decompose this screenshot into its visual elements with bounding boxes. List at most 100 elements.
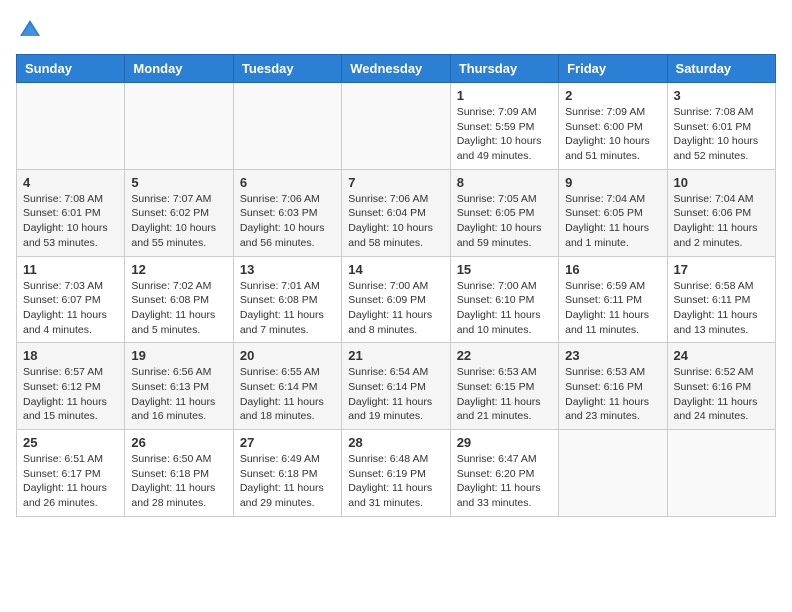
day-number: 13 [240, 262, 335, 277]
calendar-cell: 11 Sunrise: 7:03 AM Sunset: 6:07 PM Dayli… [17, 256, 125, 343]
page-header [16, 16, 776, 44]
day-header-saturday: Saturday [667, 55, 775, 83]
calendar-cell: 18 Sunrise: 6:57 AM Sunset: 6:12 PM Dayli… [17, 343, 125, 430]
day-info: Sunrise: 7:02 AM Sunset: 6:08 PM Dayligh… [131, 279, 226, 338]
day-info: Sunrise: 6:50 AM Sunset: 6:18 PM Dayligh… [131, 452, 226, 511]
calendar-cell: 21 Sunrise: 6:54 AM Sunset: 6:14 PM Dayli… [342, 343, 450, 430]
calendar-cell: 26 Sunrise: 6:50 AM Sunset: 6:18 PM Dayli… [125, 430, 233, 517]
calendar-cell: 12 Sunrise: 7:02 AM Sunset: 6:08 PM Dayli… [125, 256, 233, 343]
day-number: 11 [23, 262, 118, 277]
day-info: Sunrise: 7:01 AM Sunset: 6:08 PM Dayligh… [240, 279, 335, 338]
day-info: Sunrise: 7:08 AM Sunset: 6:01 PM Dayligh… [23, 192, 118, 251]
day-number: 17 [674, 262, 769, 277]
day-info: Sunrise: 6:49 AM Sunset: 6:18 PM Dayligh… [240, 452, 335, 511]
day-header-tuesday: Tuesday [233, 55, 341, 83]
day-number: 20 [240, 348, 335, 363]
day-info: Sunrise: 6:54 AM Sunset: 6:14 PM Dayligh… [348, 365, 443, 424]
day-number: 9 [565, 175, 660, 190]
day-number: 26 [131, 435, 226, 450]
calendar-cell: 10 Sunrise: 7:04 AM Sunset: 6:06 PM Dayli… [667, 169, 775, 256]
day-number: 21 [348, 348, 443, 363]
day-number: 12 [131, 262, 226, 277]
calendar-cell: 29 Sunrise: 6:47 AM Sunset: 6:20 PM Dayli… [450, 430, 558, 517]
day-number: 24 [674, 348, 769, 363]
day-info: Sunrise: 7:09 AM Sunset: 5:59 PM Dayligh… [457, 105, 552, 164]
calendar-cell: 8 Sunrise: 7:05 AM Sunset: 6:05 PM Daylig… [450, 169, 558, 256]
day-number: 28 [348, 435, 443, 450]
day-number: 29 [457, 435, 552, 450]
day-header-monday: Monday [125, 55, 233, 83]
calendar-cell: 25 Sunrise: 6:51 AM Sunset: 6:17 PM Dayli… [17, 430, 125, 517]
day-number: 22 [457, 348, 552, 363]
day-info: Sunrise: 6:52 AM Sunset: 6:16 PM Dayligh… [674, 365, 769, 424]
day-info: Sunrise: 7:00 AM Sunset: 6:10 PM Dayligh… [457, 279, 552, 338]
day-number: 3 [674, 88, 769, 103]
calendar-cell: 24 Sunrise: 6:52 AM Sunset: 6:16 PM Dayli… [667, 343, 775, 430]
day-number: 2 [565, 88, 660, 103]
calendar-cell: 20 Sunrise: 6:55 AM Sunset: 6:14 PM Dayli… [233, 343, 341, 430]
day-info: Sunrise: 6:51 AM Sunset: 6:17 PM Dayligh… [23, 452, 118, 511]
day-info: Sunrise: 7:06 AM Sunset: 6:03 PM Dayligh… [240, 192, 335, 251]
day-number: 8 [457, 175, 552, 190]
day-info: Sunrise: 7:05 AM Sunset: 6:05 PM Dayligh… [457, 192, 552, 251]
day-info: Sunrise: 6:57 AM Sunset: 6:12 PM Dayligh… [23, 365, 118, 424]
day-number: 25 [23, 435, 118, 450]
day-info: Sunrise: 6:59 AM Sunset: 6:11 PM Dayligh… [565, 279, 660, 338]
calendar-cell: 14 Sunrise: 7:00 AM Sunset: 6:09 PM Dayli… [342, 256, 450, 343]
calendar-cell: 28 Sunrise: 6:48 AM Sunset: 6:19 PM Dayli… [342, 430, 450, 517]
calendar-cell: 3Sunrise: 7:08 AM Sunset: 6:01 PM Daylig… [667, 83, 775, 170]
day-header-friday: Friday [559, 55, 667, 83]
day-number: 14 [348, 262, 443, 277]
calendar-week-row: 1Sunrise: 7:09 AM Sunset: 5:59 PM Daylig… [17, 83, 776, 170]
calendar-week-row: 4 Sunrise: 7:08 AM Sunset: 6:01 PM Daylig… [17, 169, 776, 256]
calendar-cell: 4 Sunrise: 7:08 AM Sunset: 6:01 PM Daylig… [17, 169, 125, 256]
calendar-cell: 16 Sunrise: 6:59 AM Sunset: 6:11 PM Dayli… [559, 256, 667, 343]
calendar-cell: 23Sunrise: 6:53 AM Sunset: 6:16 PM Dayli… [559, 343, 667, 430]
calendar-cell: 1Sunrise: 7:09 AM Sunset: 5:59 PM Daylig… [450, 83, 558, 170]
calendar-cell: 9 Sunrise: 7:04 AM Sunset: 6:05 PM Daylig… [559, 169, 667, 256]
day-number: 19 [131, 348, 226, 363]
calendar-cell [559, 430, 667, 517]
day-info: Sunrise: 6:47 AM Sunset: 6:20 PM Dayligh… [457, 452, 552, 511]
calendar-cell [17, 83, 125, 170]
day-info: Sunrise: 6:58 AM Sunset: 6:11 PM Dayligh… [674, 279, 769, 338]
calendar-cell: 22Sunrise: 6:53 AM Sunset: 6:15 PM Dayli… [450, 343, 558, 430]
day-info: Sunrise: 7:04 AM Sunset: 6:06 PM Dayligh… [674, 192, 769, 251]
calendar-cell: 2Sunrise: 7:09 AM Sunset: 6:00 PM Daylig… [559, 83, 667, 170]
calendar-cell: 5Sunrise: 7:07 AM Sunset: 6:02 PM Daylig… [125, 169, 233, 256]
calendar-cell: 13 Sunrise: 7:01 AM Sunset: 6:08 PM Dayli… [233, 256, 341, 343]
day-number: 4 [23, 175, 118, 190]
calendar-cell: 7 Sunrise: 7:06 AM Sunset: 6:04 PM Daylig… [342, 169, 450, 256]
day-number: 18 [23, 348, 118, 363]
day-info: Sunrise: 7:03 AM Sunset: 6:07 PM Dayligh… [23, 279, 118, 338]
day-info: Sunrise: 7:06 AM Sunset: 6:04 PM Dayligh… [348, 192, 443, 251]
day-number: 27 [240, 435, 335, 450]
day-info: Sunrise: 6:48 AM Sunset: 6:19 PM Dayligh… [348, 452, 443, 511]
day-number: 7 [348, 175, 443, 190]
logo-icon [16, 16, 44, 44]
calendar-cell: 17 Sunrise: 6:58 AM Sunset: 6:11 PM Dayli… [667, 256, 775, 343]
day-info: Sunrise: 6:53 AM Sunset: 6:16 PM Dayligh… [565, 365, 660, 424]
day-info: Sunrise: 7:00 AM Sunset: 6:09 PM Dayligh… [348, 279, 443, 338]
day-header-wednesday: Wednesday [342, 55, 450, 83]
calendar-cell [125, 83, 233, 170]
day-number: 15 [457, 262, 552, 277]
calendar-cell [233, 83, 341, 170]
day-number: 10 [674, 175, 769, 190]
calendar-cell: 27 Sunrise: 6:49 AM Sunset: 6:18 PM Dayli… [233, 430, 341, 517]
calendar-cell [667, 430, 775, 517]
calendar-cell [342, 83, 450, 170]
day-number: 16 [565, 262, 660, 277]
day-info: Sunrise: 7:04 AM Sunset: 6:05 PM Dayligh… [565, 192, 660, 251]
day-header-thursday: Thursday [450, 55, 558, 83]
day-info: Sunrise: 6:55 AM Sunset: 6:14 PM Dayligh… [240, 365, 335, 424]
day-info: Sunrise: 6:56 AM Sunset: 6:13 PM Dayligh… [131, 365, 226, 424]
calendar-cell: 6Sunrise: 7:06 AM Sunset: 6:03 PM Daylig… [233, 169, 341, 256]
calendar-week-row: 25 Sunrise: 6:51 AM Sunset: 6:17 PM Dayli… [17, 430, 776, 517]
calendar-week-row: 18 Sunrise: 6:57 AM Sunset: 6:12 PM Dayli… [17, 343, 776, 430]
calendar-table: SundayMondayTuesdayWednesdayThursdayFrid… [16, 54, 776, 517]
calendar-header-row: SundayMondayTuesdayWednesdayThursdayFrid… [17, 55, 776, 83]
calendar-cell: 19 Sunrise: 6:56 AM Sunset: 6:13 PM Dayli… [125, 343, 233, 430]
logo [16, 16, 48, 44]
day-number: 5 [131, 175, 226, 190]
